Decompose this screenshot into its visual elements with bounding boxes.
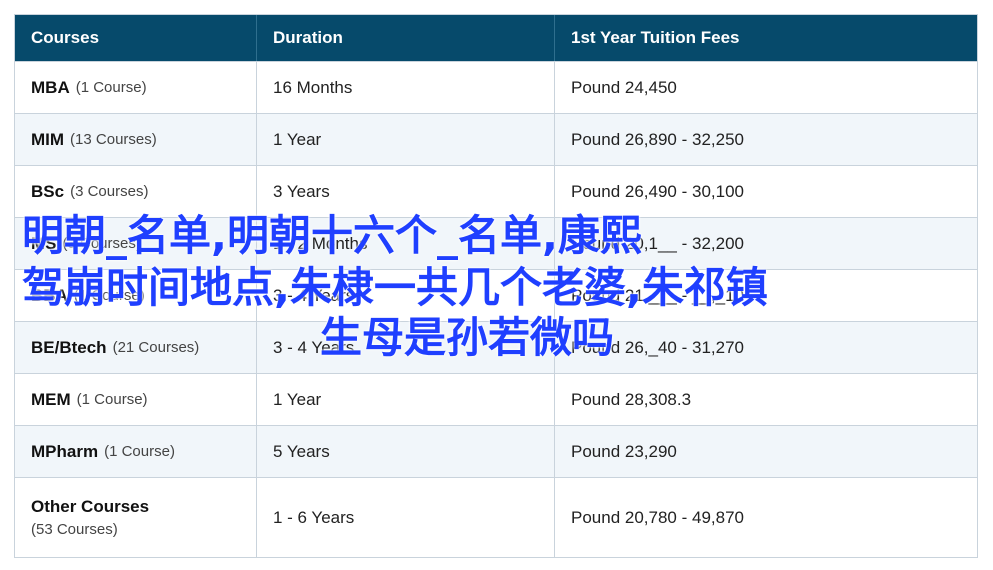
fees-cell: Pound 23,290 bbox=[554, 426, 977, 477]
overlay-line: 明朝_名单,明朝十六个_名单,康熙 bbox=[22, 211, 642, 260]
course-name: Other Courses bbox=[31, 497, 150, 516]
course-cell: MIM (13 Courses) bbox=[15, 114, 256, 165]
header-fees: 1st Year Tuition Fees bbox=[554, 15, 977, 61]
table-row: MIM (13 Courses) 1 Year Pound 26,890 - 32… bbox=[15, 113, 977, 165]
duration-cell: 1 - 6 Years bbox=[256, 478, 554, 557]
course-name: MPharm bbox=[31, 441, 99, 461]
course-name: BE/Btech bbox=[31, 337, 107, 357]
course-count: (53 Courses) bbox=[31, 521, 118, 538]
course-cell: MBA (1 Course) bbox=[15, 62, 256, 113]
duration-cell: 5 Years bbox=[256, 426, 554, 477]
overlay-line: 驾崩时间地点,朱棣一共几个老婆,朱祁镇 bbox=[22, 263, 768, 312]
fees-cell: Pound 24,450 bbox=[554, 62, 977, 113]
table-row: MBA (1 Course) 16 Months Pound 24,450 bbox=[15, 61, 977, 113]
table-header: Courses Duration 1st Year Tuition Fees bbox=[15, 15, 977, 61]
course-count: (1 Course) bbox=[76, 391, 148, 408]
fees-cell: Pound 26,890 - 32,250 bbox=[554, 114, 977, 165]
duration-cell: 1 Year bbox=[256, 374, 554, 425]
header-courses: Courses bbox=[31, 28, 100, 47]
course-count: (1 Course) bbox=[104, 443, 175, 460]
table-row: MPharm (1 Course) 5 Years Pound 23,290 bbox=[15, 425, 977, 477]
course-count: (1 Course) bbox=[75, 79, 147, 96]
course-count: (21 Courses) bbox=[112, 339, 200, 356]
course-name: BSc bbox=[31, 181, 65, 201]
course-cell: MPharm (1 Course) bbox=[15, 426, 256, 477]
course-name: MBA bbox=[31, 77, 70, 97]
course-count: (13 Courses) bbox=[70, 131, 157, 148]
fees-cell: Pound 28,308.3 bbox=[554, 374, 977, 425]
overlay-line: 生母是孙若微吗 bbox=[320, 313, 615, 362]
table-row: Other Courses (53 Courses) 1 - 6 Years Po… bbox=[15, 477, 977, 557]
fees-cell: Pound 26,_40 - 31,270 bbox=[554, 322, 977, 373]
header-duration: Duration bbox=[256, 15, 554, 61]
fees-cell: Pound 20,780 - 49,870 bbox=[554, 478, 977, 557]
course-count: (3 Courses) bbox=[70, 183, 149, 200]
table-row: MEM (1 Course) 1 Year Pound 28,308.3 bbox=[15, 373, 977, 425]
course-cell: BE/Btech (21 Courses) bbox=[15, 322, 256, 373]
course-cell: MEM (1 Course) bbox=[15, 374, 256, 425]
course-name: MIM bbox=[31, 129, 65, 149]
duration-cell: 16 Months bbox=[256, 62, 554, 113]
course-cell: Other Courses (53 Courses) bbox=[15, 478, 256, 557]
duration-cell: 1 Year bbox=[256, 114, 554, 165]
course-name: MEM bbox=[31, 389, 71, 409]
